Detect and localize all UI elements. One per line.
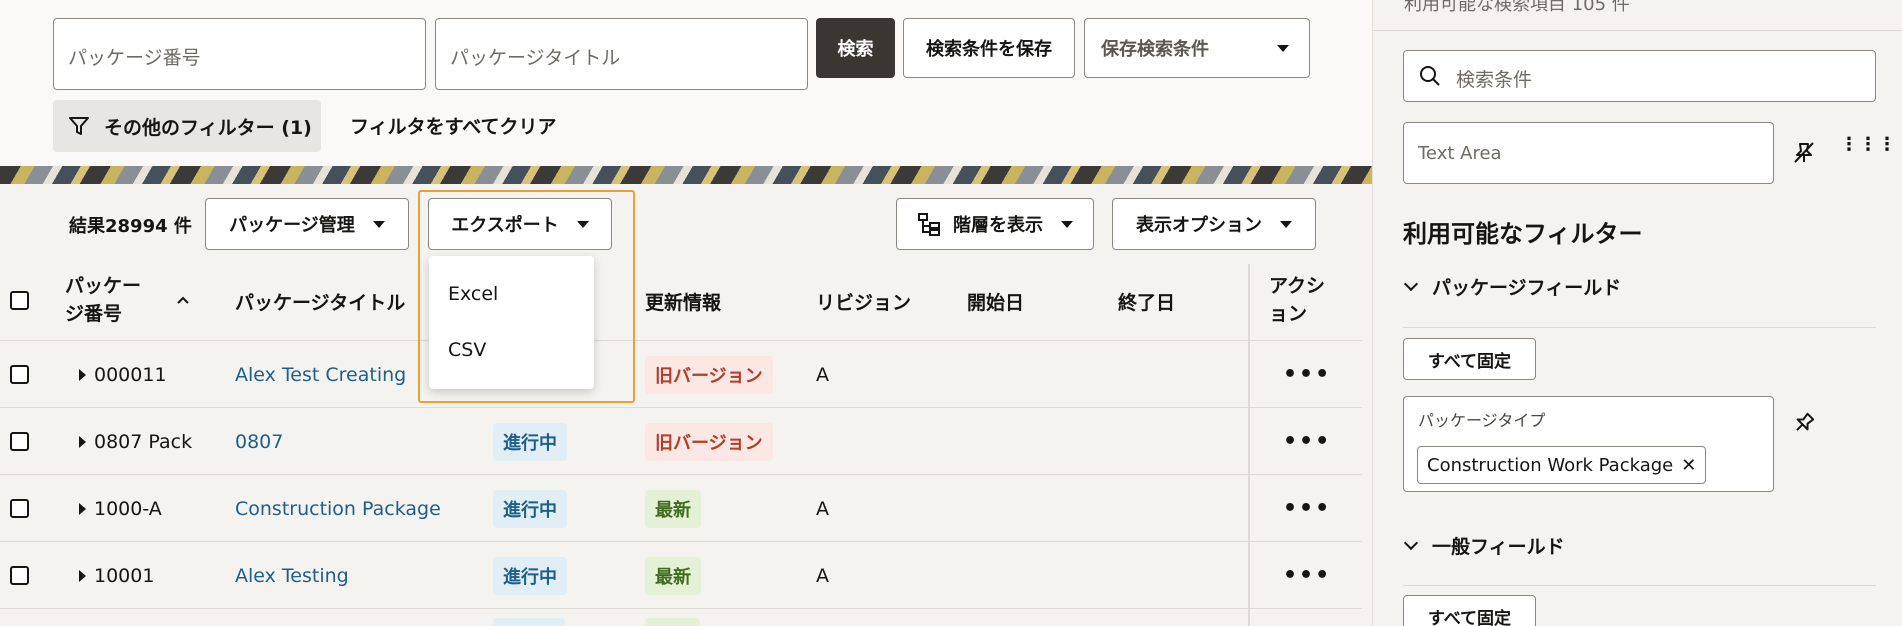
row-checkbox[interactable] <box>10 408 29 475</box>
chevron-down-icon <box>1277 44 1289 52</box>
expand-icon[interactable] <box>79 569 86 582</box>
drag-handle-icon[interactable]: ⋮⋮⋮ <box>1840 136 1897 154</box>
row-checkbox[interactable] <box>10 542 29 609</box>
package-title-input[interactable]: パッケージタイトル <box>435 18 808 90</box>
side-divider <box>1373 30 1902 31</box>
filter-side-panel: 利用可能な検索項目 105 件 検索条件 Text Area ⋮⋮⋮ 利用可能な… <box>1372 0 1902 626</box>
filter-search-input[interactable]: 検索条件 <box>1403 50 1876 102</box>
chevron-down-icon <box>372 220 385 228</box>
table-row[interactable]: 000011 Alex Test Creating 旧バージョン A ••• <box>0 341 1362 408</box>
chevron-down-icon <box>1403 535 1419 550</box>
row-actions-button[interactable]: ••• <box>1283 542 1331 609</box>
expand-icon[interactable] <box>79 368 86 381</box>
row-title-link[interactable]: Alex Test Creating <box>235 341 406 408</box>
row-status-badge: 進行中 <box>493 408 567 475</box>
row-revision: A <box>816 363 829 386</box>
general-fields-label: 一般フィールド <box>1432 536 1565 558</box>
general-fields-toggle[interactable]: 一般フィールド <box>1403 532 1565 559</box>
header-number-line1: パッケー <box>65 275 142 297</box>
row-checkbox[interactable] <box>10 475 29 542</box>
hierarchy-label: 階層を表示 <box>953 215 1043 236</box>
row-status-badge: 進行中 <box>493 542 567 609</box>
row-update-badge: 最新 <box>645 475 701 542</box>
filter-icon <box>69 117 89 135</box>
chevron-down-icon <box>1061 220 1073 228</box>
package-manage-button[interactable]: パッケージ管理 <box>205 198 409 250</box>
search-icon <box>1420 66 1440 86</box>
hierarchy-button[interactable]: 階層を表示 <box>896 198 1094 250</box>
chevron-down-icon <box>1403 276 1419 291</box>
table-row[interactable]: 1000-A Construction Package 進行中 最新 A ••• <box>0 475 1362 542</box>
column-header-number[interactable]: パッケー ジ番号 <box>65 272 141 348</box>
unpin-icon[interactable] <box>1791 140 1817 166</box>
decorative-banner <box>0 166 1372 184</box>
export-menu: Excel CSV <box>429 256 594 389</box>
package-type-label: パッケージタイプ <box>1418 411 1546 430</box>
available-filters-title: 利用可能なフィルター <box>1403 220 1643 248</box>
package-title-placeholder: パッケージタイトル <box>450 47 621 69</box>
section-divider <box>1403 327 1876 328</box>
row-number[interactable]: 0807 Pack <box>79 408 192 475</box>
export-menu-item-excel[interactable]: Excel <box>448 283 498 305</box>
package-fields-toggle[interactable]: パッケージフィールド <box>1403 273 1622 300</box>
hierarchy-icon <box>918 213 940 236</box>
pin-icon[interactable] <box>1791 410 1817 436</box>
row-revision: A <box>816 497 829 520</box>
row-status-badge: 進行中 <box>493 475 567 542</box>
expand-icon[interactable] <box>79 435 86 448</box>
row-update-badge: 旧バージョン <box>645 408 773 475</box>
row-number[interactable]: 000011 <box>79 341 167 408</box>
row-actions-button[interactable]: ••• <box>1283 475 1331 542</box>
header-action-line2: ョン <box>1269 303 1308 325</box>
row-update-badge: 旧バージョン <box>645 341 773 408</box>
chevron-down-icon <box>1280 220 1292 228</box>
result-count: 結果28994 件 <box>69 216 192 237</box>
side-top-text: 利用可能な検索項目 105 件 <box>1404 0 1630 15</box>
row-number[interactable]: 1000-A <box>79 475 162 542</box>
sort-ascending-icon[interactable] <box>177 296 189 304</box>
column-header-action: アクシ ョン <box>1269 272 1325 348</box>
row-title-link[interactable]: Alex Testing <box>235 542 349 609</box>
package-number-input[interactable]: パッケージ番号 <box>53 18 426 90</box>
pin-all-button-general[interactable]: すべて固定 <box>1403 595 1536 626</box>
row-title-link[interactable]: Construction Package <box>235 475 441 542</box>
row-actions-button[interactable]: ••• <box>1283 341 1331 408</box>
partial-status-badge <box>493 618 565 626</box>
export-menu-item-csv[interactable]: CSV <box>448 339 486 361</box>
saved-search-select[interactable]: 保存検索条件 <box>1084 18 1310 78</box>
package-type-chip[interactable]: Construction Work Package ✕ <box>1417 446 1707 484</box>
remove-chip-icon[interactable]: ✕ <box>1681 455 1696 476</box>
partial-update-badge <box>645 618 700 626</box>
more-filters-label: その他のフィルター (1) <box>104 116 312 139</box>
package-fields-label: パッケージフィールド <box>1432 277 1622 299</box>
table-row[interactable]: 0807 Pack 0807 進行中 旧バージョン ••• <box>0 408 1362 475</box>
filter-search-placeholder: 検索条件 <box>1456 69 1533 91</box>
section-divider <box>1403 585 1876 586</box>
row-title-link[interactable]: 0807 <box>235 408 283 475</box>
row-revision: A <box>816 564 829 587</box>
expand-icon[interactable] <box>79 502 86 515</box>
package-number-placeholder: パッケージ番号 <box>68 47 201 69</box>
package-type-chip-label: Construction Work Package <box>1427 454 1674 476</box>
save-search-button[interactable]: 検索条件を保存 <box>903 18 1075 78</box>
text-area-label: Text Area <box>1418 143 1502 164</box>
package-manage-label: パッケージ管理 <box>229 215 355 236</box>
clear-filters-link[interactable]: フィルタをすべてクリア <box>350 112 557 139</box>
more-filters-button[interactable]: その他のフィルター (1) <box>53 100 321 152</box>
view-options-label: 表示オプション <box>1136 215 1262 236</box>
table-row[interactable]: 10001 Alex Testing 進行中 最新 A ••• <box>0 542 1362 609</box>
saved-search-label: 保存検索条件 <box>1101 39 1209 60</box>
row-update-badge: 最新 <box>645 542 701 609</box>
view-options-button[interactable]: 表示オプション <box>1112 198 1316 250</box>
text-area-filter[interactable]: Text Area <box>1403 122 1774 184</box>
row-checkbox[interactable] <box>10 341 29 408</box>
row-actions-button[interactable]: ••• <box>1283 408 1331 475</box>
row-number[interactable]: 10001 <box>79 542 154 609</box>
header-number-line2: ジ番号 <box>65 303 123 325</box>
header-action-line1: アクシ <box>1269 275 1326 297</box>
main-area: パッケージ番号 パッケージタイトル 検索 検索条件を保存 保存検索条件 その他の… <box>0 0 1372 626</box>
search-button[interactable]: 検索 <box>816 18 895 78</box>
pin-all-button[interactable]: すべて固定 <box>1403 338 1536 380</box>
